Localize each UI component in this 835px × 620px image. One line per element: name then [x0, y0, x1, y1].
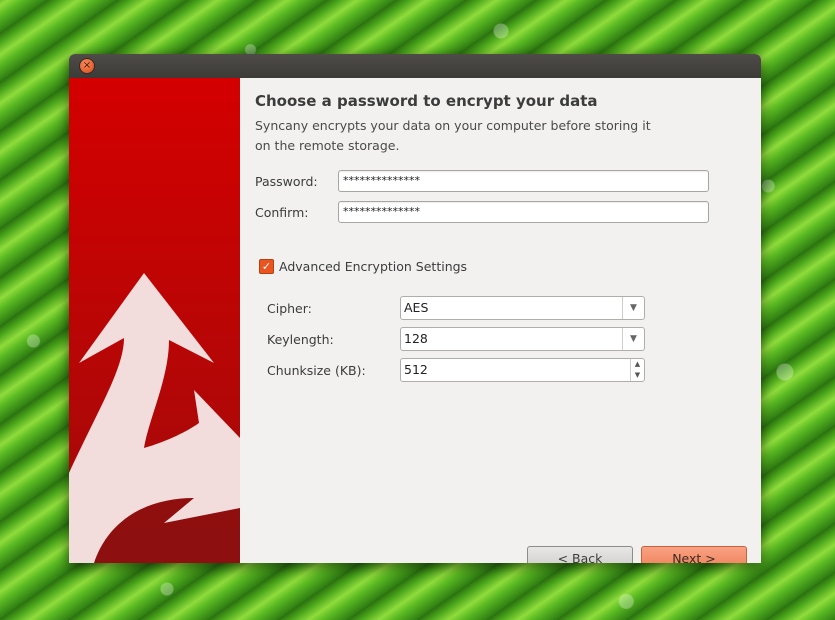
page-description: Syncany encrypts your data on your compu…	[255, 116, 675, 156]
password-field[interactable]: **************	[338, 170, 709, 192]
setup-wizard-window: × Choose a password to encrypt your data…	[69, 54, 761, 563]
keylength-value: 128	[404, 331, 428, 346]
chunksize-value: 512	[404, 362, 428, 377]
keylength-label: Keylength:	[267, 332, 334, 347]
chunksize-label: Chunksize (KB):	[267, 363, 366, 378]
chevron-down-icon[interactable]: ▼	[622, 297, 644, 319]
sidebar-banner	[69, 78, 240, 563]
chunksize-spinner[interactable]: 512 ▲ ▼	[400, 358, 645, 382]
title-bar: ×	[69, 54, 761, 78]
cipher-value: AES	[404, 300, 429, 315]
confirm-password-field[interactable]: **************	[338, 201, 709, 223]
next-button[interactable]: Next >	[641, 546, 747, 563]
page-title: Choose a password to encrypt your data	[255, 92, 598, 110]
back-button[interactable]: < Back	[527, 546, 633, 563]
cipher-select[interactable]: AES ▼	[400, 296, 645, 320]
advanced-encryption-label[interactable]: Advanced Encryption Settings	[279, 259, 467, 274]
advanced-encryption-checkbox[interactable]: ✓	[259, 259, 274, 274]
close-icon[interactable]: ×	[80, 59, 94, 73]
description-line-2: on the remote storage.	[255, 138, 400, 153]
spinner-arrows-icon[interactable]: ▲ ▼	[630, 359, 644, 381]
syncany-arrows-icon	[69, 273, 240, 563]
keylength-select[interactable]: 128 ▼	[400, 327, 645, 351]
wizard-content: Choose a password to encrypt your data S…	[255, 78, 761, 563]
description-line-1: Syncany encrypts your data on your compu…	[255, 118, 651, 133]
confirm-label: Confirm:	[255, 205, 309, 220]
chevron-down-icon[interactable]: ▼	[622, 328, 644, 350]
cipher-label: Cipher:	[267, 301, 312, 316]
password-label: Password:	[255, 174, 318, 189]
